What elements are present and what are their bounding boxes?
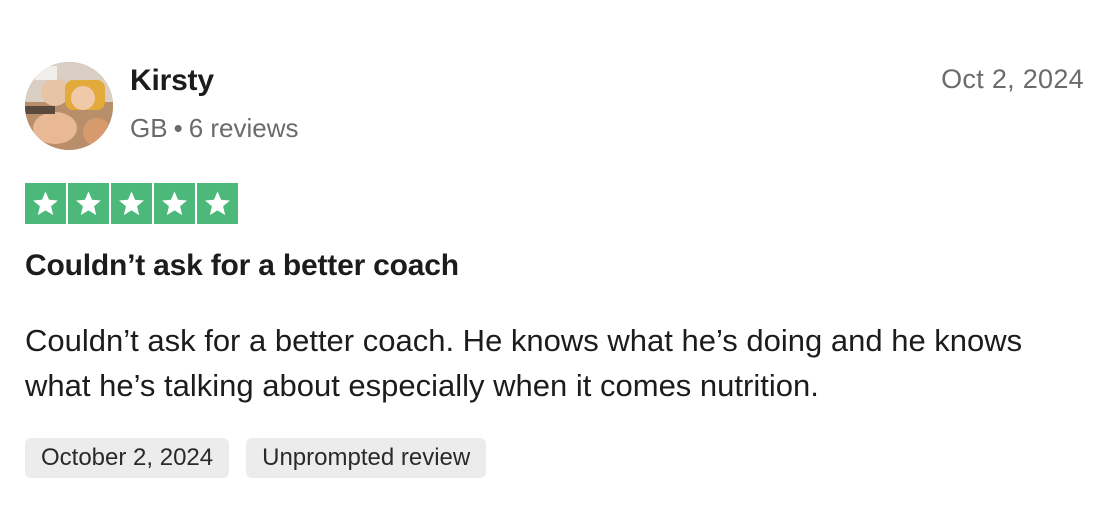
star-icon: [197, 183, 238, 224]
star-icon: [111, 183, 152, 224]
tag-experience-date: October 2, 2024: [25, 438, 230, 478]
star-rating: [25, 183, 238, 224]
reviewer-review-count[interactable]: 6 reviews: [189, 113, 299, 143]
profile-photo-icon: [25, 62, 113, 150]
review-tags: October 2, 2024 Unprompted review: [25, 438, 487, 478]
review-body: Couldn’t ask for a better coach. He know…: [25, 323, 1023, 403]
review-card: Kirsty GB • 6 reviews Oct 2, 2024 Couldn’t…: [0, 0, 1106, 508]
reviewer-avatar[interactable]: [25, 62, 113, 150]
star-icon: [154, 183, 195, 224]
star-icon: [25, 183, 66, 224]
tag-unprompted-review[interactable]: Unprompted review: [246, 438, 487, 478]
reviewer-meta: GB • 6 reviews: [130, 113, 299, 144]
review-title[interactable]: Couldn’t ask for a better coach: [25, 249, 459, 283]
meta-separator: •: [173, 113, 183, 143]
review-date: Oct 2, 2024: [941, 64, 1084, 94]
star-icon: [68, 183, 109, 224]
reviewer-name[interactable]: Kirsty: [130, 64, 214, 98]
reviewer-country: GB: [130, 113, 168, 143]
